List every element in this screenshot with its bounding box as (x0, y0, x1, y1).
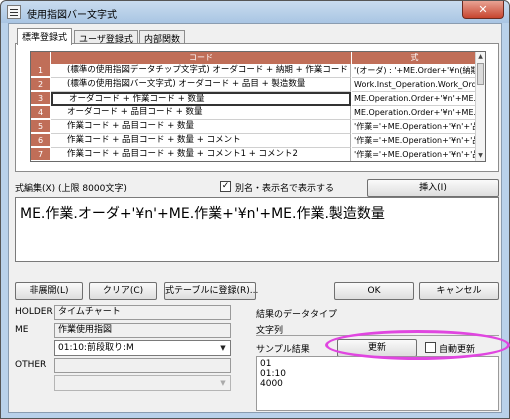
table-row[interactable]: 6 作業コード + 品目コード + 数量 + コメント '作業='+ME.Ope… (31, 134, 477, 148)
tab-internal[interactable]: 内部関数 (139, 30, 186, 45)
auto-update-checkbox[interactable] (425, 342, 436, 353)
dialog-body: 標準登録式 ユーザ登録式 内部関数 コード 式 1 (標準の使用指図データチップ… (8, 23, 502, 413)
me-field: 作業使用指図 (54, 323, 231, 338)
row-number: 1 (31, 64, 50, 77)
table-row[interactable]: 1 (標準の使用指図データチップ文字式) オーダコード + 納期 + 作業コード… (31, 64, 477, 78)
close-button[interactable]: ✕ (462, 1, 504, 19)
table-row[interactable]: 2 (標準の使用指図バー文字式) オーダコード + 品目 + 製造数量 Work… (31, 78, 477, 92)
register-button[interactable]: 式テーブルに登録(R)... (164, 282, 258, 300)
table-row[interactable]: 5 作業コード + 品目コード + 数量 '作業='+ME.Operation+… (31, 120, 477, 134)
formula-cell[interactable]: Work.Inst_Operation.Work_Order+ (352, 78, 477, 92)
formula-cell[interactable]: ME.Operation.Order+'¥n'+ME.Op (352, 92, 477, 106)
code-cell[interactable]: オーダコード + 作業コード + 数量 (51, 92, 351, 106)
formula-editor[interactable]: ME.作業.オーダ+'¥n'+ME.作業+'¥n'+ME.作業.製造数量 (15, 197, 499, 262)
code-cell[interactable]: (標準の使用指図データチップ文字式) オーダコード + 納期 + 作業コード +… (51, 64, 351, 78)
grid-scrollbar[interactable]: ▲ ▼ (475, 52, 485, 161)
other-label: OTHER (15, 360, 47, 370)
sample-line: 01:10 (260, 369, 286, 379)
scroll-thumb[interactable] (477, 63, 484, 85)
app-icon (7, 5, 21, 19)
ok-button[interactable]: OK (334, 282, 414, 300)
formula-cell[interactable]: ME.Operation.Order+'¥n'+ME.Op (352, 106, 477, 120)
table-row-selected[interactable]: 3 オーダコード + 作業コード + 数量 ME.Operation.Order… (31, 92, 477, 106)
table-row[interactable]: 4 オーダコード + 品目コード + 数量 ME.Operation.Order… (31, 106, 477, 120)
table-row[interactable]: 7 作業コード + 品目コード + 数量 + コメント1 + コメント2 '作業… (31, 148, 477, 161)
tab-user[interactable]: ユーザ登録式 (74, 30, 138, 45)
cancel-button[interactable]: キャンセル (419, 282, 499, 300)
alias-checkbox[interactable]: ✓ (220, 181, 231, 192)
sample-result-label: サンプル結果 (256, 345, 310, 355)
dialog-window: 使用指図バー文字式 ✕ 標準登録式 ユーザ登録式 内部関数 コード 式 1 (標… (0, 0, 510, 419)
me-combo[interactable]: 01:10:前段取り:M ▼ (54, 340, 231, 356)
row-number: 4 (31, 106, 50, 119)
window-title: 使用指図バー文字式 (27, 10, 117, 21)
result-type-label: 結果のデータタイプ (256, 310, 338, 320)
row-number: 3 (31, 92, 50, 105)
code-cell[interactable]: 作業コード + 品目コード + 数量 (51, 120, 351, 134)
grid-header: コード 式 (31, 52, 485, 64)
other-combo[interactable]: ▼ (54, 375, 231, 391)
code-cell[interactable]: 作業コード + 品目コード + 数量 + コメント (51, 134, 351, 148)
formula-edit-label: 式編集(X) (上限 8000文字) (15, 184, 127, 194)
other-field (54, 358, 231, 373)
title-bar[interactable]: 使用指図バー文字式 ✕ (1, 1, 509, 23)
clear-button[interactable]: クリア(C) (89, 282, 157, 300)
update-button[interactable]: 更新 (337, 339, 417, 357)
me-label: ME (15, 325, 29, 335)
holder-field: タイムチャート (54, 305, 231, 320)
formula-column-header[interactable]: 式 (352, 52, 477, 64)
row-number: 7 (31, 148, 50, 161)
hide-button[interactable]: 非展開(L) (15, 282, 83, 300)
scroll-up-icon[interactable]: ▲ (476, 52, 485, 62)
row-number: 5 (31, 120, 50, 133)
formula-cell[interactable]: '作業='+ME.Operation+'¥n'+'品目 (352, 134, 477, 148)
code-cell[interactable]: (標準の使用指図バー文字式) オーダコード + 品目 + 製造数量 (51, 78, 351, 92)
alias-checkbox-label[interactable]: 別名・表示名で表示する (235, 181, 334, 194)
chevron-down-icon[interactable]: ▼ (217, 342, 229, 354)
row-number: 2 (31, 78, 50, 91)
sample-line: 01 (260, 359, 272, 369)
formula-cell[interactable]: '作業='+ME.Operation+'¥n'+'品目 (352, 120, 477, 134)
formula-cell[interactable]: '作業='+ME.Operation+'¥n'+'品目 (352, 148, 477, 161)
insert-button[interactable]: 挿入(I) (367, 179, 499, 197)
result-divider (256, 335, 499, 336)
chevron-down-icon[interactable]: ▼ (217, 377, 229, 389)
row-number-header (31, 52, 51, 64)
auto-update-label[interactable]: 自動更新 (439, 342, 475, 355)
me-combo-value: 01:10:前段取り:M (58, 343, 134, 353)
formula-cell[interactable]: '(オーダ) : '+ME.Order+'¥n(納期 (352, 64, 477, 78)
tab-panel: コード 式 1 (標準の使用指図データチップ文字式) オーダコード + 納期 +… (15, 43, 499, 172)
scroll-down-icon[interactable]: ▼ (476, 151, 485, 161)
holder-label: HOLDER (15, 307, 53, 317)
sample-line: 4000 (260, 379, 283, 389)
row-number: 6 (31, 134, 50, 147)
code-cell[interactable]: 作業コード + 品目コード + 数量 + コメント1 + コメント2 (51, 148, 351, 161)
sample-result-box: 01 01:10 4000 (256, 356, 499, 411)
code-column-header[interactable]: コード (51, 52, 352, 64)
formula-grid[interactable]: コード 式 1 (標準の使用指図データチップ文字式) オーダコード + 納期 +… (30, 51, 486, 162)
tab-standard[interactable]: 標準登録式 (17, 28, 73, 45)
code-cell[interactable]: オーダコード + 品目コード + 数量 (51, 106, 351, 120)
